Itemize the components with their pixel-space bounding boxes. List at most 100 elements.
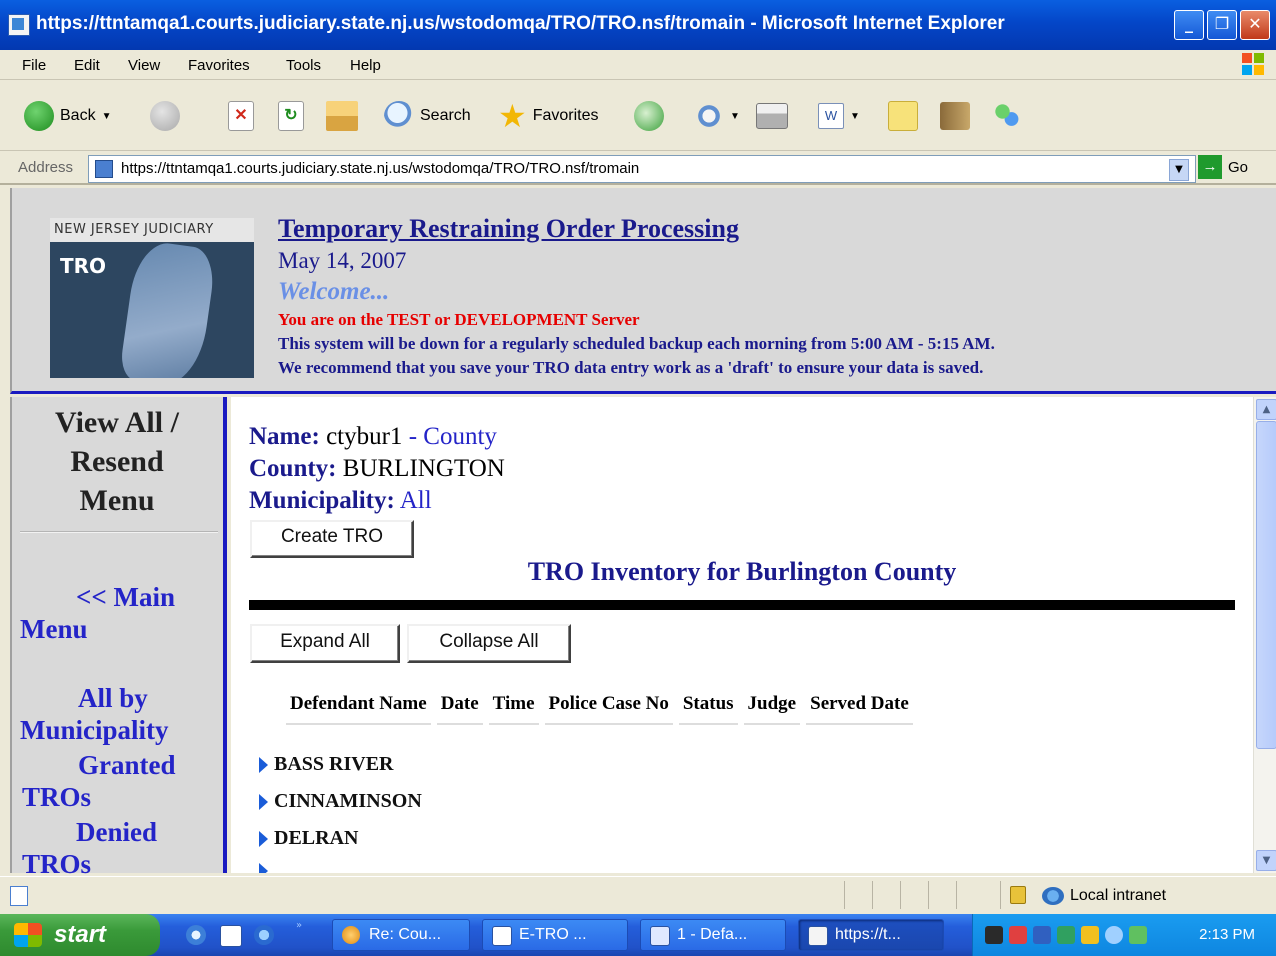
discuss-button[interactable] [888,99,918,133]
close-button[interactable]: ✕ [1240,10,1270,40]
address-url[interactable]: https://ttntamqa1.courts.judiciary.state… [121,160,639,177]
welcome-text: Welcome... [278,278,390,305]
taskbar-item-document[interactable]: 1 - Defa... [640,919,786,951]
sidebar-link-denied-tros[interactable]: Denied TROs [20,816,220,880]
server-warning: You are on the TEST or DEVELOPMENT Serve… [278,310,640,329]
messenger-button[interactable] [992,99,1022,133]
menu-help[interactable]: Help [350,57,381,74]
tray-icon[interactable] [1129,926,1147,944]
sidebar-link-text[interactable]: All by [20,682,220,714]
collapse-all-button[interactable]: Collapse All [407,624,571,663]
sidebar-link-granted-tros[interactable]: Granted TROs [20,749,220,813]
app-title-link[interactable]: Temporary Restraining Order Processing [278,214,739,244]
print-icon [756,103,788,129]
expand-all-button[interactable]: Expand All [250,624,400,663]
municipality-group-row-partial[interactable] [259,863,268,873]
mail-dropdown-icon[interactable]: ▼ [730,111,740,122]
name-value: ctybur1 [326,423,403,450]
go-arrow-icon: → [1198,155,1222,179]
menu-view[interactable]: View [128,57,160,74]
create-tro-button[interactable]: Create TRO [250,520,414,558]
address-input[interactable]: https://ttntamqa1.courts.judiciary.state… [88,155,1196,183]
taskbar-item-email[interactable]: Re: Cou... [332,919,470,951]
municipality-group-row[interactable]: DELRAN [259,827,358,850]
name-suffix: - County [408,423,497,450]
column-header[interactable]: Status [676,693,741,725]
research-button[interactable] [940,99,970,133]
search-button[interactable]: Search [384,99,471,133]
refresh-button[interactable]: ↻ [278,99,304,133]
county-label: County: [249,455,337,482]
edit-button[interactable]: W ▼ [818,99,860,133]
favorites-star-icon: ★ [498,98,527,134]
outlook-quicklaunch-icon[interactable] [254,925,274,945]
vertical-scrollbar[interactable]: ▲ ▼ [1253,397,1276,873]
go-button[interactable]: → Go [1198,155,1248,179]
word-quicklaunch-icon[interactable] [220,925,242,947]
sidebar-link-text[interactable]: Municipality [20,714,220,746]
menu-tools[interactable]: Tools [286,57,321,74]
favorites-button[interactable]: ★ Favorites [498,99,598,133]
stop-button[interactable]: ✕ [228,99,254,133]
mail-icon [694,101,724,131]
back-button[interactable]: Back ▼ [24,99,111,133]
research-icon [940,102,970,130]
sidebar-link-text[interactable]: TROs [20,781,220,813]
start-button[interactable]: start [0,914,160,956]
intranet-icon [1042,887,1064,905]
menu-bar: File Edit View Favorites Tools Help [0,50,1276,80]
scroll-down-icon[interactable]: ▼ [1256,850,1276,871]
logo-tro-text: TRO [60,254,107,278]
column-header[interactable]: Defendant Name [283,693,434,725]
menu-edit[interactable]: Edit [74,57,100,74]
taskbar-item-browser[interactable]: https://t... [798,919,944,951]
expand-triangle-icon[interactable] [259,863,268,873]
column-header[interactable]: Served Date [803,693,916,725]
tray-icon[interactable] [1009,926,1027,944]
sidebar-link-text[interactable]: Denied [20,816,220,848]
tray-icon[interactable] [985,926,1003,944]
municipality-value[interactable]: All [400,487,432,514]
print-button[interactable] [756,99,788,133]
expand-triangle-icon[interactable] [259,756,268,773]
restore-button[interactable]: ❐ [1207,10,1237,40]
quicklaunch-overflow-icon[interactable]: » [296,920,302,931]
municipality-group-row[interactable]: BASS RIVER [259,753,393,776]
expand-triangle-icon[interactable] [259,830,268,847]
menu-file[interactable]: File [22,57,46,74]
page-icon [95,160,113,178]
sidebar-link-all-by-municipality[interactable]: All by Municipality [20,682,220,746]
media-button[interactable] [634,99,664,133]
tray-icon[interactable] [1105,926,1123,944]
home-button[interactable] [326,99,358,133]
address-dropdown-icon[interactable]: ▼ [1169,159,1189,181]
sidebar-link-text[interactable]: Granted [20,749,220,781]
menu-favorites[interactable]: Favorites [188,57,250,74]
sidebar-heading-line: View All / [55,406,179,439]
column-header[interactable]: Police Case No [542,693,676,725]
scroll-up-icon[interactable]: ▲ [1256,399,1276,420]
column-header[interactable]: Date [434,693,486,725]
mail-button[interactable]: ▼ [694,99,740,133]
tray-icon[interactable] [1033,926,1051,944]
municipality-group-row[interactable]: CINNAMINSON [259,790,422,813]
search-icon [384,101,414,131]
edit-dropdown-icon[interactable]: ▼ [850,111,860,122]
column-header[interactable]: Judge [741,693,804,725]
nj-map-graphic [118,239,218,378]
minimize-button[interactable]: _ [1174,10,1204,40]
sidebar-link-text[interactable]: Menu [20,613,220,645]
sidebar: View All / Resend Menu << Main Menu All … [10,397,227,879]
sidebar-link-text[interactable]: << Main [20,581,220,613]
sidebar-link-main-menu[interactable]: << Main Menu [20,581,220,645]
taskbar-item-word[interactable]: E-TRO ... [482,919,628,951]
clock: 2:13 PM [1199,926,1255,943]
forward-button[interactable] [150,99,180,133]
column-header[interactable]: Time [486,693,542,725]
expand-triangle-icon[interactable] [259,793,268,810]
back-dropdown-icon[interactable]: ▼ [102,111,112,122]
tray-icon[interactable] [1057,926,1075,944]
scroll-thumb[interactable] [1256,421,1276,749]
tray-icon[interactable] [1081,926,1099,944]
ie-quicklaunch-icon[interactable] [186,925,206,945]
